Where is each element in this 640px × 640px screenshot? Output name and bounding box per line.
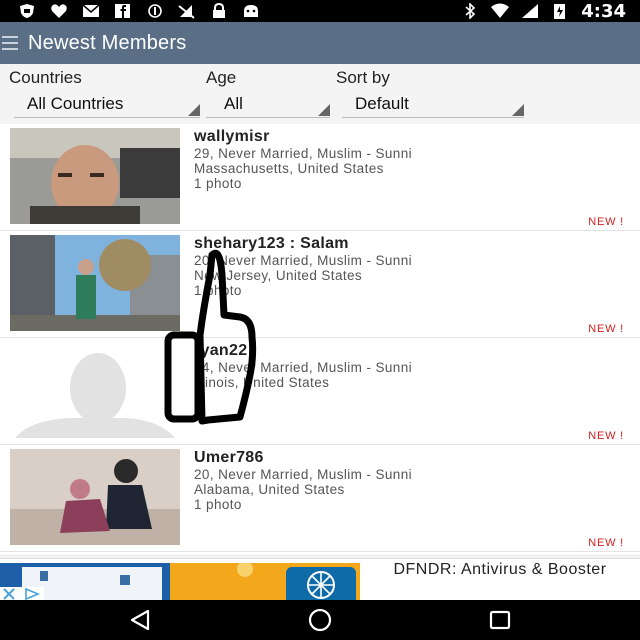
countries-label: Countries <box>9 68 82 87</box>
app-bar: Newest Members <box>0 22 640 64</box>
ad-info-icon[interactable] <box>22 587 42 601</box>
android-icon <box>244 5 258 17</box>
home-icon <box>308 608 332 632</box>
member-photo-count: 1 photo <box>194 497 242 512</box>
age-filter: Age All <box>206 68 330 118</box>
status-bar: 4:34 <box>0 0 640 22</box>
shield-icon <box>20 4 34 18</box>
thumbs-up-icon <box>164 249 257 425</box>
member-location: Massachusetts, United States <box>194 161 384 176</box>
new-badge: NEW ! <box>588 323 624 335</box>
mail-icon <box>82 4 100 17</box>
clock: 4:34 <box>581 0 626 22</box>
lock-icon <box>213 3 225 18</box>
sort-value: Default <box>355 94 409 113</box>
age-label: Age <box>206 68 237 87</box>
circle-icon <box>148 4 162 18</box>
countries-filter: Countries All Countries <box>9 68 200 118</box>
bluetooth-icon <box>465 3 476 19</box>
ad-banner[interactable]: DFNDR: Antivirus & Booster <box>0 558 640 605</box>
new-badge: NEW ! <box>588 537 624 549</box>
recents-icon <box>489 610 511 630</box>
dropdown-arrow-icon <box>188 104 200 116</box>
member-photo[interactable] <box>10 235 180 331</box>
age-dropdown[interactable]: All <box>206 93 330 118</box>
ad-choices[interactable] <box>0 587 44 601</box>
battery-icon <box>554 4 566 19</box>
list-item[interactable]: wallymisr 29, Never Married, Muslim - Su… <box>0 124 640 231</box>
navigation-bar <box>0 600 640 640</box>
close-icon[interactable] <box>0 587 20 601</box>
back-button[interactable] <box>124 608 156 632</box>
members-list: wallymisr 29, Never Married, Muslim - Su… <box>0 124 640 554</box>
ad-image[interactable] <box>170 561 280 601</box>
no-signal-icon <box>178 5 195 19</box>
member-location: Alabama, United States <box>194 482 345 497</box>
dropdown-arrow-icon <box>512 104 524 116</box>
member-details: 29, Never Married, Muslim - Sunni <box>194 146 413 161</box>
page-title: Newest Members <box>28 31 187 54</box>
sort-label: Sort by <box>336 68 390 87</box>
back-icon <box>130 609 150 631</box>
avatar-placeholder[interactable] <box>10 342 180 438</box>
signal-icon <box>522 4 539 18</box>
member-photo-count: 1 photo <box>194 176 242 191</box>
recents-button[interactable] <box>484 608 516 632</box>
sort-filter: Sort by Default <box>336 68 524 118</box>
list-item[interactable]: shehary123 : Salam 20, Never Married, Mu… <box>0 231 640 338</box>
member-username[interactable]: wallymisr <box>194 128 412 146</box>
list-item[interactable]: ryan22 34, Never Married, Muslim - Sunni… <box>0 338 640 445</box>
new-badge: NEW ! <box>588 216 624 228</box>
age-value: All <box>224 94 243 113</box>
wifi-icon <box>491 3 510 18</box>
member-details: 20, Never Married, Muslim - Sunni <box>194 467 413 482</box>
home-button[interactable] <box>304 608 336 632</box>
countries-dropdown[interactable]: All Countries <box>14 93 200 118</box>
countries-value: All Countries <box>27 94 124 113</box>
heart-icon <box>51 4 67 18</box>
ad-app-icon[interactable] <box>280 563 360 605</box>
member-photo[interactable] <box>10 128 180 224</box>
filters-bar: Countries All Countries Age All Sort by … <box>0 64 640 124</box>
dropdown-arrow-icon <box>318 104 330 116</box>
facebook-icon <box>115 4 130 18</box>
member-photo[interactable] <box>10 449 180 545</box>
ad-title[interactable]: DFNDR: Antivirus & Booster <box>380 561 620 578</box>
member-username[interactable]: Umer786 <box>194 449 412 467</box>
list-item[interactable]: Umer786 20, Never Married, Muslim - Sunn… <box>0 445 640 552</box>
menu-icon[interactable] <box>2 36 18 50</box>
sort-dropdown[interactable]: Default <box>342 93 524 118</box>
new-badge: NEW ! <box>588 430 624 442</box>
